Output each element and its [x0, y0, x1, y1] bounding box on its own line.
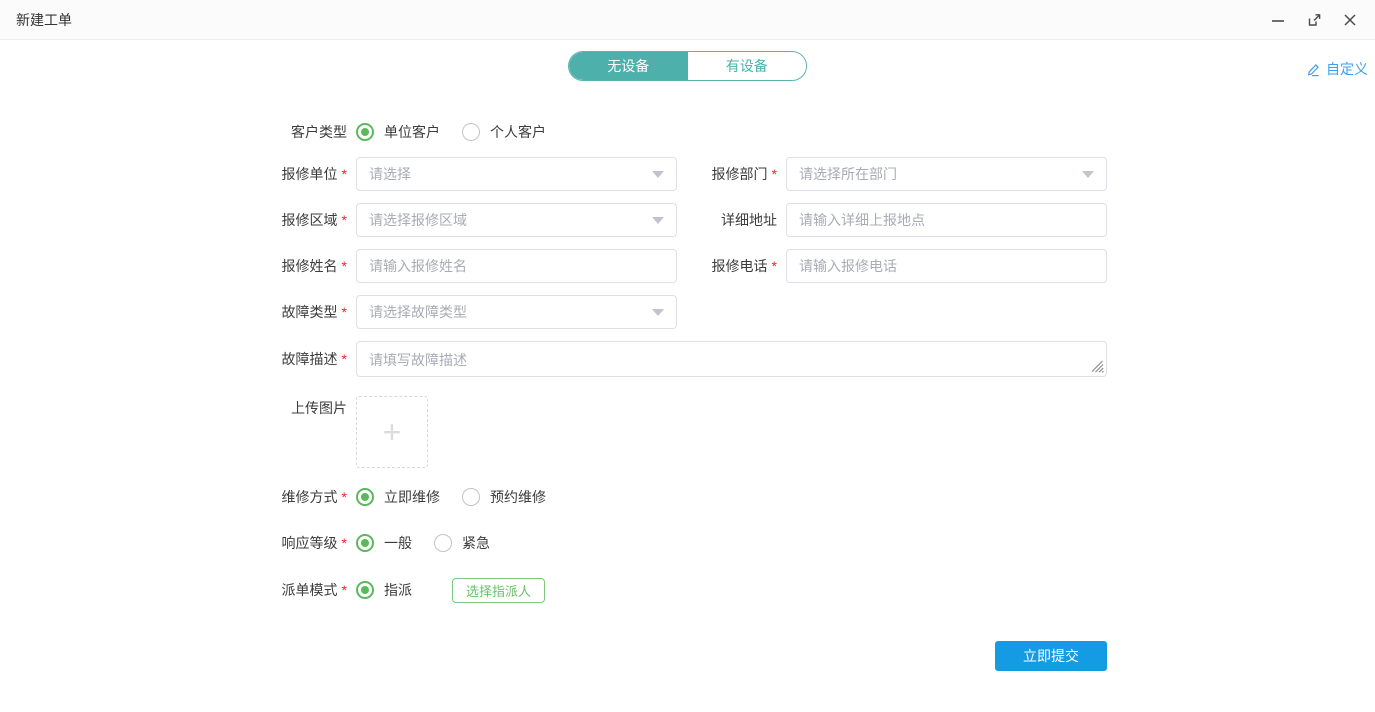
row-unit-department: 报修单位* 请选择 报修部门* 请选择所在部门 — [280, 157, 1107, 191]
tab-has-device[interactable]: 有设备 — [688, 52, 807, 80]
radio-personal-customer[interactable]: 个人客户 — [462, 122, 546, 142]
tab-no-device[interactable]: 无设备 — [569, 52, 688, 80]
row-fault-description: 故障描述* — [280, 341, 1107, 377]
radio-label: 预约维修 — [490, 487, 546, 507]
pencil-icon — [1306, 62, 1321, 77]
radio-checked-icon — [356, 581, 374, 599]
radio-label: 单位客户 — [384, 122, 440, 142]
plus-icon: + — [383, 416, 402, 448]
radio-unchecked-icon — [462, 123, 480, 141]
radio-label: 紧急 — [462, 533, 490, 553]
row-customer-type: 客户类型 单位客户 个人客户 — [280, 116, 568, 148]
fault-description-label: 故障描述* — [280, 349, 356, 369]
radio-unchecked-icon — [462, 488, 480, 506]
radio-appointment-repair[interactable]: 预约维修 — [462, 487, 546, 507]
minimize-icon — [1271, 13, 1285, 27]
minimize-button[interactable] — [1265, 7, 1291, 33]
close-button[interactable] — [1337, 7, 1363, 33]
repair-phone-label: 报修电话* — [711, 256, 786, 276]
radio-label: 一般 — [384, 533, 412, 553]
customize-link[interactable]: 自定义 — [1306, 59, 1368, 79]
caret-down-icon — [652, 309, 664, 316]
radio-assign[interactable]: 指派 — [356, 580, 412, 600]
radio-label: 指派 — [384, 580, 412, 600]
repair-unit-select[interactable]: 请选择 — [356, 157, 677, 191]
row-name-phone: 报修姓名* 报修电话* — [280, 249, 1107, 283]
repair-unit-label: 报修单位* — [280, 164, 356, 184]
device-tab-group: 无设备 有设备 — [568, 51, 807, 81]
radio-unit-customer[interactable]: 单位客户 — [356, 122, 440, 142]
fault-description-wrap — [356, 341, 1107, 377]
radio-immediate-repair[interactable]: 立即维修 — [356, 487, 440, 507]
titlebar: 新建工单 — [0, 0, 1375, 40]
radio-checked-icon — [356, 488, 374, 506]
form-area: 无设备 有设备 自定义 客户类型 单位客户 个人客户 — [0, 41, 1375, 712]
window-title: 新建工单 — [16, 10, 72, 30]
radio-urgent-level[interactable]: 紧急 — [434, 533, 490, 553]
resize-handle-icon[interactable] — [1090, 359, 1104, 373]
repair-name-input[interactable] — [356, 249, 677, 283]
detailed-address-input[interactable] — [786, 203, 1107, 237]
maximize-icon — [1306, 12, 1322, 28]
select-assignee-button[interactable]: 选择指派人 — [452, 578, 545, 603]
repair-department-select[interactable]: 请选择所在部门 — [786, 157, 1107, 191]
maximize-button[interactable] — [1301, 7, 1327, 33]
radio-unchecked-icon — [434, 534, 452, 552]
detailed-address-label: 详细地址 — [711, 210, 786, 230]
select-placeholder: 请选择 — [369, 164, 411, 184]
radio-checked-icon — [356, 534, 374, 552]
select-placeholder: 请选择报修区域 — [369, 210, 467, 230]
fault-description-textarea[interactable] — [356, 341, 1107, 377]
select-placeholder: 请选择故障类型 — [369, 302, 467, 322]
caret-down-icon — [1082, 171, 1094, 178]
radio-label: 立即维修 — [384, 487, 440, 507]
caret-down-icon — [652, 217, 664, 224]
customize-label: 自定义 — [1326, 59, 1368, 79]
submit-button[interactable]: 立即提交 — [995, 641, 1107, 671]
repair-method-label: 维修方式* — [280, 487, 356, 507]
row-area-address: 报修区域* 请选择报修区域 详细地址 — [280, 203, 1107, 237]
radio-normal-level[interactable]: 一般 — [356, 533, 412, 553]
customer-type-label: 客户类型 — [280, 122, 356, 142]
dispatch-mode-label: 派单模式* — [280, 580, 356, 600]
row-fault-type: 故障类型* 请选择故障类型 — [280, 295, 677, 329]
upload-image-label: 上传图片 — [280, 398, 356, 418]
row-repair-method: 维修方式* 立即维修 预约维修 — [280, 487, 568, 507]
radio-checked-icon — [356, 123, 374, 141]
fault-type-select[interactable]: 请选择故障类型 — [356, 295, 677, 329]
fault-type-label: 故障类型* — [280, 302, 356, 322]
caret-down-icon — [652, 171, 664, 178]
repair-name-label: 报修姓名* — [280, 256, 356, 276]
select-placeholder: 请选择所在部门 — [799, 164, 897, 184]
repair-department-label: 报修部门* — [711, 164, 786, 184]
new-work-order-window: 新建工单 无设备 有设备 — [0, 0, 1375, 712]
repair-phone-input[interactable] — [786, 249, 1107, 283]
close-icon — [1343, 13, 1357, 27]
row-upload-image: 上传图片 + — [280, 396, 428, 468]
row-response-level: 响应等级* 一般 紧急 — [280, 533, 512, 553]
response-level-label: 响应等级* — [280, 533, 356, 553]
radio-label: 个人客户 — [490, 122, 546, 142]
repair-area-label: 报修区域* — [280, 210, 356, 230]
repair-area-select[interactable]: 请选择报修区域 — [356, 203, 677, 237]
upload-image-button[interactable]: + — [356, 396, 428, 468]
window-controls — [1265, 7, 1363, 33]
row-dispatch-mode: 派单模式* 指派 选择指派人 — [280, 577, 545, 603]
